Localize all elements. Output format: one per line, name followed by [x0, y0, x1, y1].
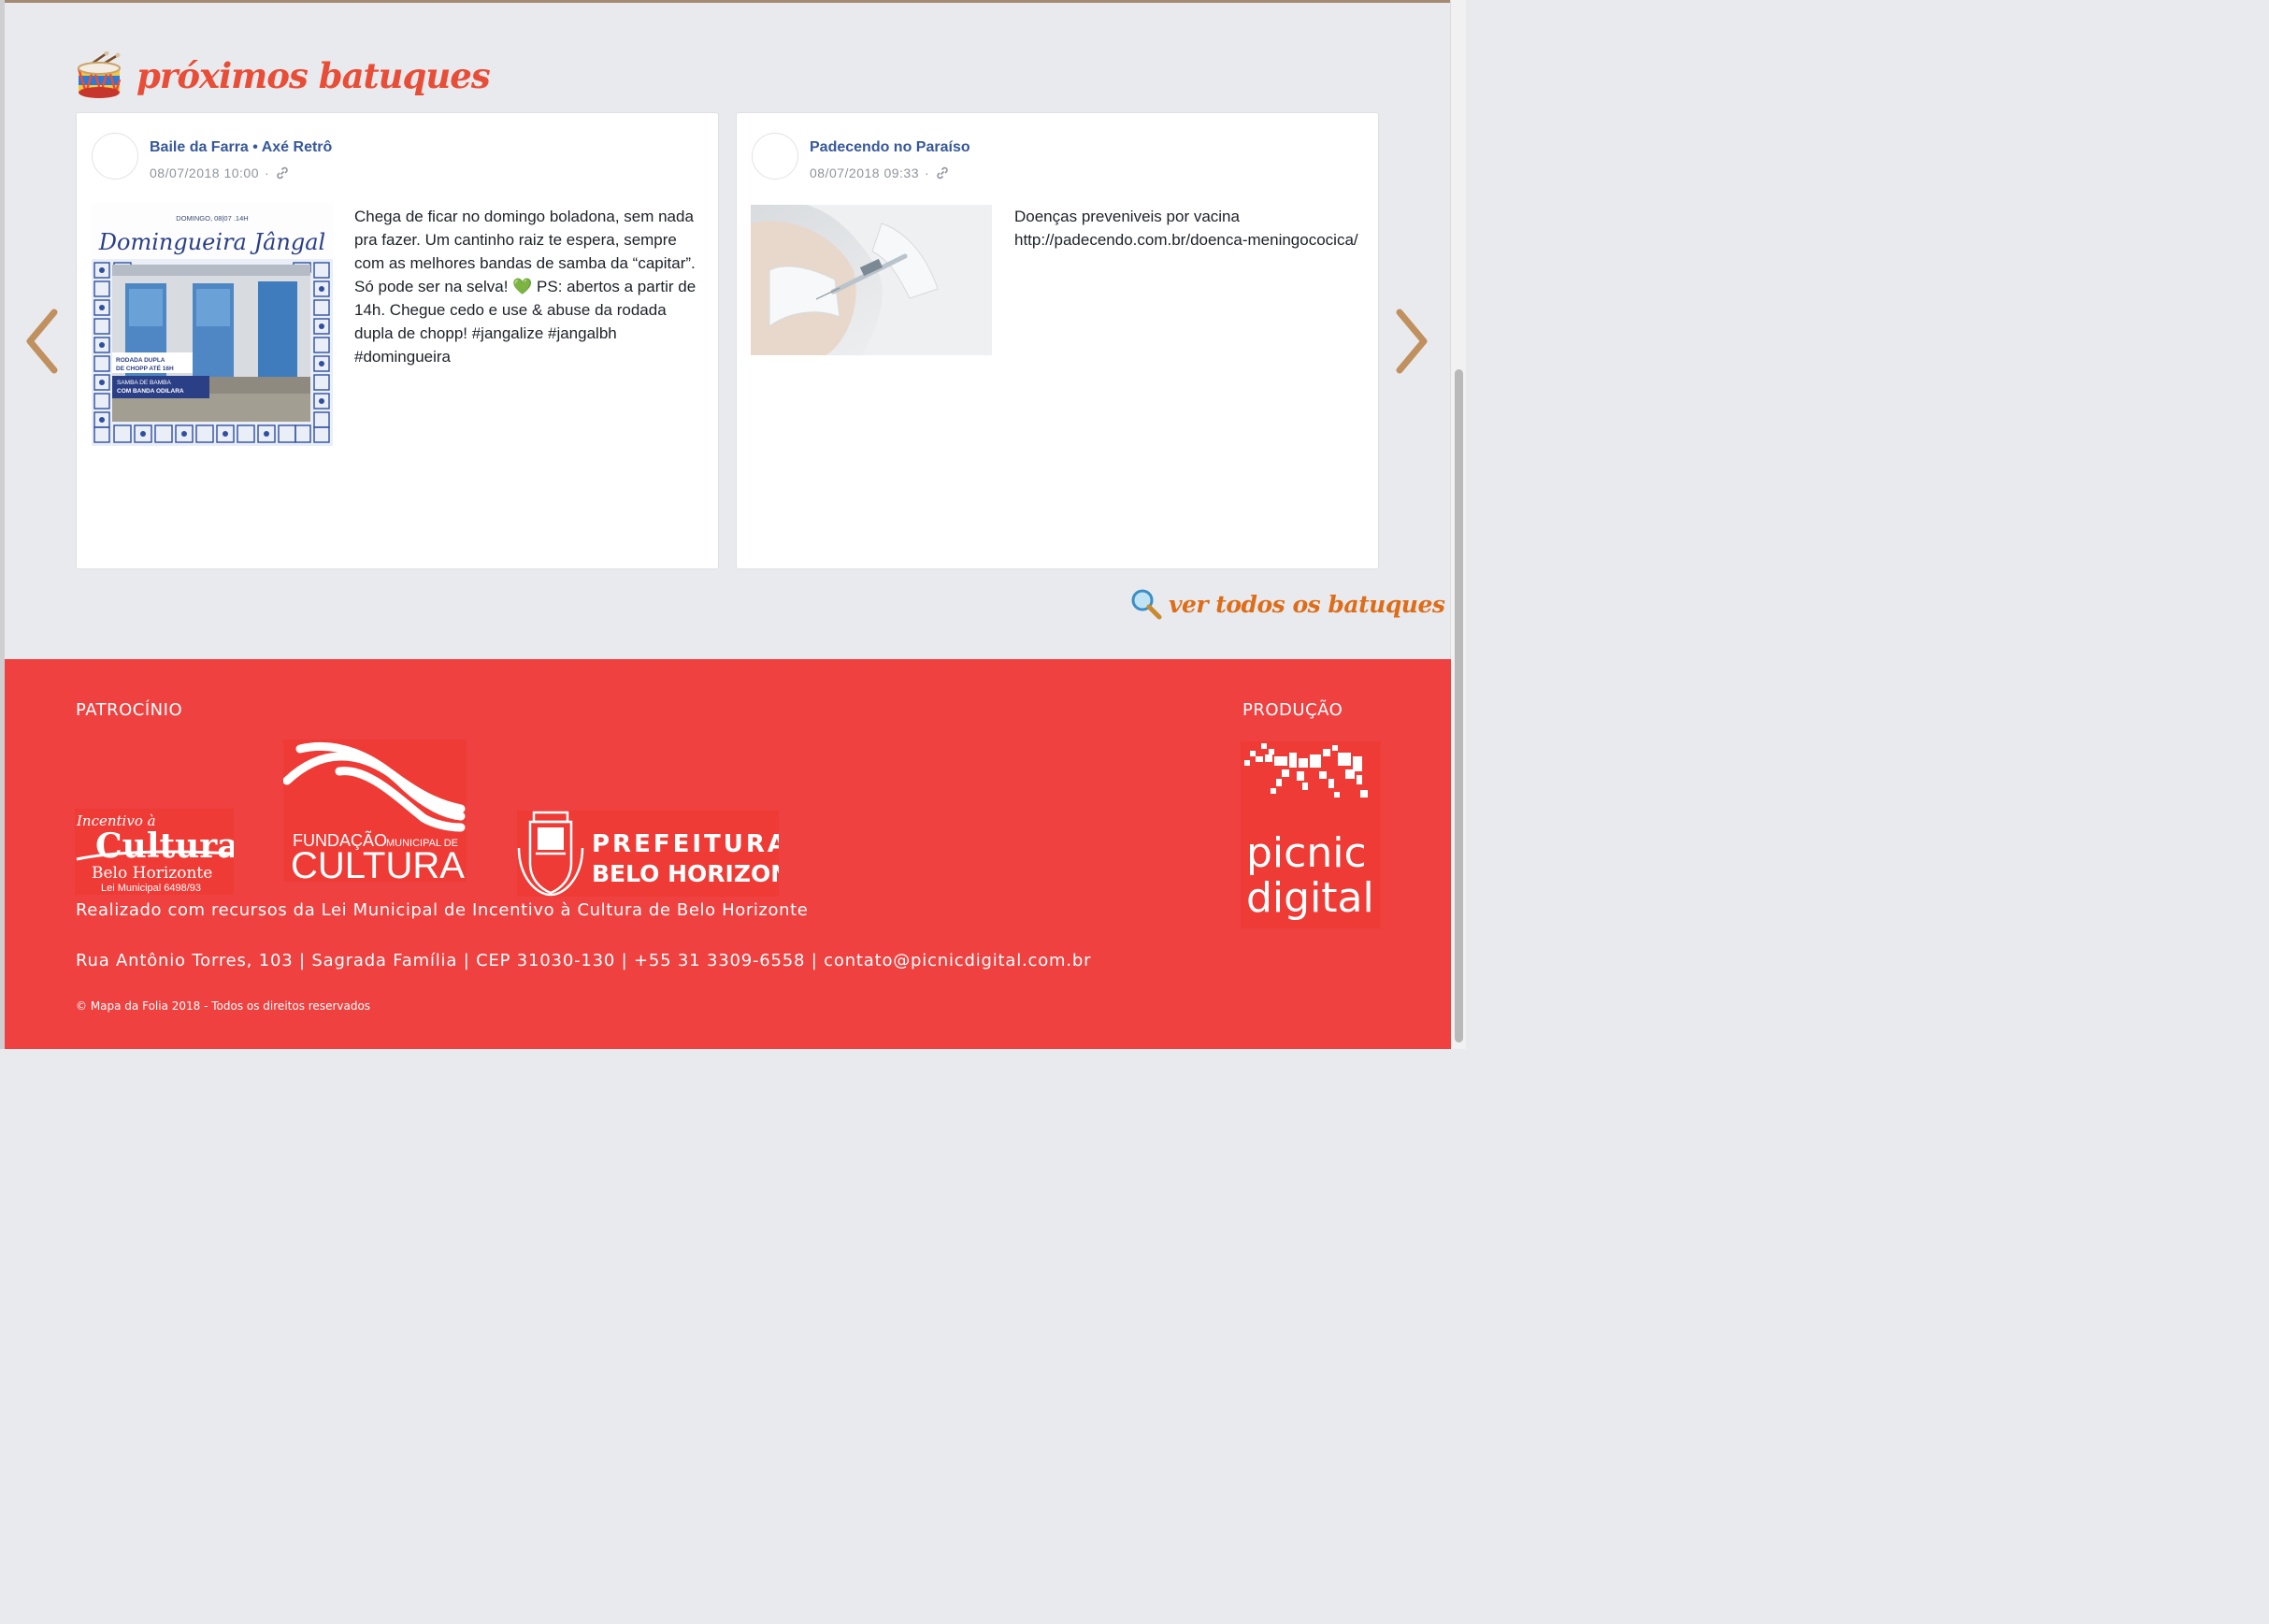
image-date-text: DOMINGO, 08|07 .14H — [176, 214, 248, 223]
link-icon[interactable] — [935, 165, 950, 180]
logo-incentivo-big: Cultura — [95, 826, 234, 866]
drum-icon — [77, 51, 122, 98]
avatar[interactable] — [92, 133, 138, 180]
image-title-text: Domingueira Jângal — [98, 229, 325, 255]
logo-fundacao-line2: CULTURA — [291, 845, 465, 882]
post-author[interactable]: Baile da Farra • Axé Retrô — [150, 139, 332, 156]
section-header: próximos batuques — [75, 49, 491, 103]
scrollbar-thumb[interactable] — [1455, 369, 1463, 1042]
prefeitura-bh-logo[interactable]: PREFEITURA BELO HORIZONTE — [517, 811, 779, 897]
image-promo2-line1: SAMBA DE BAMBA — [117, 380, 171, 386]
post-image[interactable] — [751, 205, 992, 355]
logo-prefeitura-line1: PREFEITURA — [592, 830, 779, 858]
logo-incentivo-law: Lei Municipal 6498/93 — [101, 883, 201, 894]
post-meta: 08/07/2018 10:00 · — [150, 165, 290, 180]
scrollbar[interactable] — [1450, 0, 1466, 1049]
image-promo2-line2: COM BANDA ODILARA — [117, 388, 184, 395]
post-image[interactable]: DOMINGO, 08|07 .14H Domingueira Jângal R… — [92, 203, 333, 446]
incentivo-cultura-logo[interactable]: Incentivo à Cultura Belo Horizonte Lei M… — [75, 809, 234, 895]
magnifier-icon — [1131, 589, 1162, 620]
funding-note: Realizado com recursos da Lei Municipal … — [76, 900, 809, 920]
copyright: © Mapa da Folia 2018 - Todos os direitos… — [76, 999, 371, 1013]
post-date[interactable]: 08/07/2018 09:33 — [810, 165, 919, 180]
separator-dot: · — [265, 165, 270, 180]
fundacao-cultura-logo[interactable]: FUNDAÇÃO MUNICIPAL DE CULTURA — [283, 740, 467, 882]
image-promo1-line2: DE CHOPP ATÉ 16H — [116, 364, 174, 372]
link-icon[interactable] — [275, 165, 290, 180]
post-text: Chega de ficar no domingo boladona, sem … — [354, 208, 696, 366]
carousel-prev-arrow[interactable] — [22, 309, 60, 374]
contact-address[interactable]: Rua Antônio Torres, 103 | Sagrada Famíli… — [76, 951, 1091, 970]
post-meta: 08/07/2018 09:33 · — [810, 165, 950, 180]
top-border — [0, 0, 1451, 3]
post-card: Baile da Farra • Axé Retrô 08/07/2018 10… — [76, 112, 719, 569]
logo-incentivo-city: Belo Horizonte — [92, 864, 212, 883]
post-text: Doenças preveniveis por vacina http://pa… — [1014, 208, 1358, 249]
post-author[interactable]: Padecendo no Paraíso — [810, 139, 970, 156]
see-all-label[interactable]: ver todos os batuques — [1169, 591, 1445, 618]
post-date[interactable]: 08/07/2018 10:00 — [150, 165, 259, 180]
sponsorship-heading: PATROCÍNIO — [76, 700, 183, 720]
image-promo1-line1: RODADA DUPLA — [116, 357, 165, 364]
see-all-link[interactable]: ver todos os batuques — [1129, 587, 1445, 621]
logo-prefeitura-line2: BELO HORIZONTE — [592, 860, 779, 887]
section-title: próximos batuques — [136, 55, 491, 96]
separator-dot: · — [925, 165, 930, 180]
logo-picnic-line1: picnic — [1246, 829, 1367, 877]
footer: PATROCÍNIO PRODUÇÃO Incentivo à Cultura … — [5, 659, 1451, 1049]
post-card: Padecendo no Paraíso 08/07/2018 09:33 · … — [736, 112, 1379, 569]
picnic-digital-logo[interactable]: picnic digital — [1241, 741, 1381, 928]
logo-picnic-line2: digital — [1246, 874, 1374, 922]
avatar[interactable] — [752, 133, 798, 180]
production-heading: PRODUÇÃO — [1242, 700, 1343, 720]
carousel-next-arrow[interactable] — [1394, 309, 1431, 374]
